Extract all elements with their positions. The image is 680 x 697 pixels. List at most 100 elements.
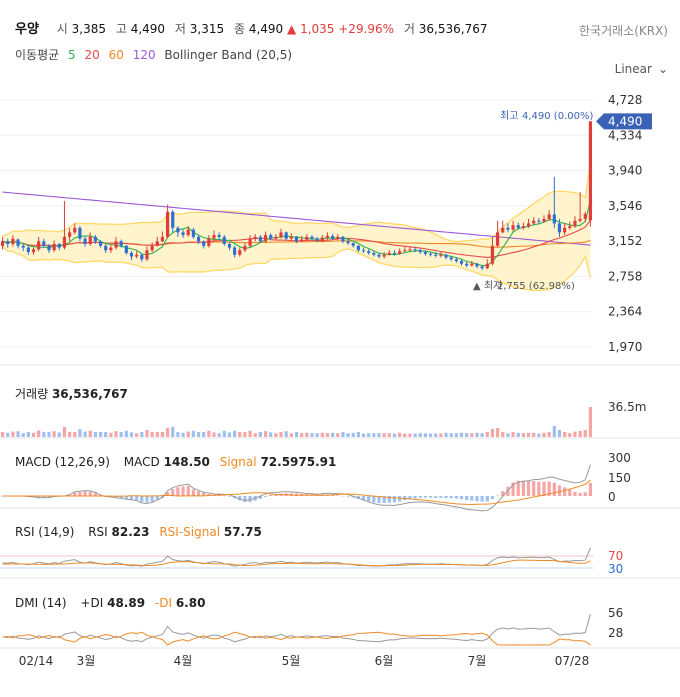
candle-body [78, 227, 82, 239]
volume-bar [73, 432, 77, 437]
price-tick-label: 3,940 [608, 164, 642, 178]
price-tick-label: 3,152 [608, 234, 642, 248]
candle-body [155, 241, 159, 246]
volume-bar [279, 432, 283, 437]
candle-body [557, 223, 562, 233]
macd-histogram-bar [150, 496, 154, 502]
candle-body [305, 236, 309, 240]
volume-bar [387, 433, 391, 437]
signal-key: Signal [219, 455, 257, 469]
volume-bar [47, 432, 51, 437]
volume-bar [83, 431, 87, 437]
candle-body [181, 232, 185, 236]
price-tick-label: 3,546 [608, 199, 642, 213]
volume-bar [398, 432, 402, 437]
candle-body [300, 239, 304, 242]
macd-histogram-bar [526, 481, 531, 496]
candle-body [444, 254, 448, 258]
high-annotation-label: 최고 [500, 110, 518, 122]
candle-body [542, 218, 546, 222]
macd-histogram-bar [578, 492, 582, 496]
candle-body [573, 220, 577, 227]
volume-bar [207, 430, 211, 437]
candle-body [258, 236, 263, 242]
volume-bar [418, 433, 422, 437]
low-annotation-value: 2,755 (62.98%) [497, 281, 575, 292]
candle-body [88, 236, 92, 245]
candle-body [382, 254, 386, 257]
x-axis-tick-label: 6월 [375, 654, 394, 668]
macd-line [2, 464, 591, 512]
volume-bar [320, 432, 324, 437]
macd-histogram-bar [398, 496, 402, 502]
candle-body [16, 239, 20, 246]
stock-chart[interactable]: 4,728 4,334 3,940 3,546 3,152 2,758 2,364 1,970… [0, 0, 680, 697]
volume-bar [356, 432, 360, 437]
volume-bar [62, 427, 67, 437]
volume-bar [496, 428, 500, 437]
volume-bar [176, 432, 180, 437]
macd-histogram-bar [418, 496, 422, 498]
macd-histogram-bar [552, 482, 556, 496]
macd-histogram-bar [227, 496, 232, 497]
candle-body [83, 238, 87, 245]
macd-histogram-bar [439, 496, 443, 498]
volume-bar [506, 433, 510, 437]
candle-body [21, 245, 25, 248]
volume-bar [403, 433, 407, 437]
volume-bar [119, 432, 123, 437]
volume-bar [454, 433, 458, 437]
candle-body [511, 225, 515, 230]
price-tick-label: 2,364 [608, 305, 642, 319]
candle-body [351, 243, 355, 246]
candle-body [279, 232, 283, 237]
candle-body [248, 238, 252, 246]
volume-bar [88, 430, 92, 437]
macd-histogram-bar [532, 481, 536, 496]
macd-axis-label: 150 [608, 471, 631, 485]
candle-body [418, 250, 422, 253]
volume-bar [181, 432, 185, 437]
macd-histogram-bar [83, 491, 87, 496]
macd-histogram-bar [496, 495, 500, 497]
macd-histogram-bar [465, 496, 469, 501]
volume-bar [294, 432, 299, 437]
volume-bar [186, 431, 190, 437]
candle-body [222, 236, 226, 245]
volume-bar [428, 433, 433, 437]
candle-body [93, 236, 97, 242]
macd-axis-label: 0 [608, 490, 616, 504]
volume-bar [243, 432, 247, 437]
volume-bar [217, 433, 221, 437]
volume-bar [325, 433, 330, 437]
candle-body [588, 121, 593, 221]
candle-body [171, 211, 175, 228]
volume-bar [542, 432, 546, 437]
volume-bar [11, 431, 15, 437]
current-price-label: 4,490 [608, 114, 642, 128]
x-axis-tick-label: 07/28 [555, 654, 590, 668]
volume-bar [521, 433, 525, 437]
volume-bar [78, 429, 82, 437]
volume-axis-label: 36.5m [608, 400, 646, 414]
volume-bar [104, 432, 108, 437]
volume-bar [573, 431, 577, 437]
candle-body [284, 232, 288, 239]
volume-bar [109, 432, 113, 437]
x-axis-tick-label: 02/14 [19, 654, 54, 668]
candle-body [310, 236, 314, 239]
macd-histogram-bar [392, 496, 397, 503]
candle-body [377, 254, 381, 257]
volume-bar [68, 432, 72, 437]
candle-body [423, 252, 428, 254]
candle-body [372, 252, 376, 255]
rsi-axis-70: 70 [608, 549, 623, 563]
macd-histogram-bar [140, 496, 144, 502]
volume-bar [501, 432, 505, 437]
macd-histogram-bar [480, 496, 484, 502]
candle-body [196, 236, 201, 242]
candle-body [191, 229, 195, 237]
macd-histogram-bar [243, 496, 247, 503]
volume-bar [140, 432, 144, 437]
candle-body [31, 249, 36, 253]
